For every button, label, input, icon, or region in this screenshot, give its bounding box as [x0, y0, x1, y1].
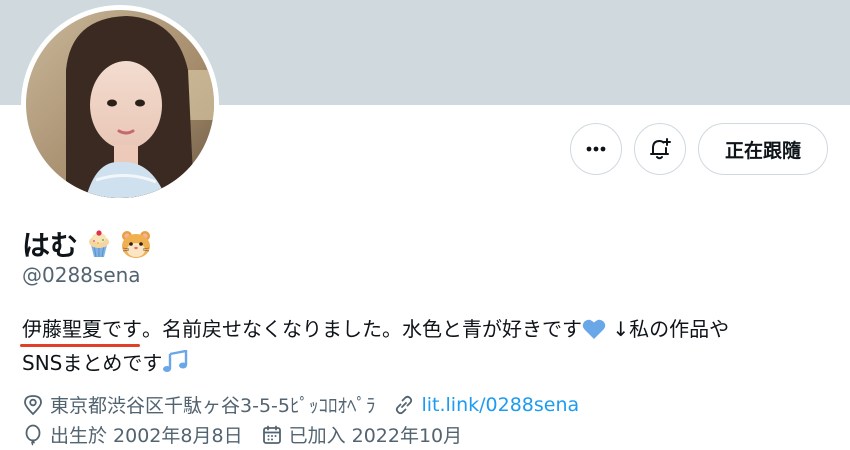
joined-text: 已加入 2022年10月 [288, 425, 463, 447]
more-horizontal-icon [586, 146, 606, 152]
location-item: 東京都渋谷区千駄ヶ谷3-5-5ﾋﾟｯｺﾛｵﾍﾟﾗ [22, 391, 375, 418]
calendar-icon [262, 425, 281, 444]
avatar-photo [26, 10, 214, 198]
name-row: はむ [22, 224, 152, 264]
bio-text-2: ↓私の作品や [606, 317, 730, 341]
joined-item: 已加入 2022年10月 [261, 421, 463, 448]
profile-meta-row-2: 出生於 2002年8月8日 已加入 2022年10月 [22, 421, 480, 448]
display-name: はむ [22, 229, 79, 262]
location-text: 東京都渋谷区千駄ヶ谷3-5-5ﾋﾟｯｺﾛｵﾍﾟﾗ [50, 395, 376, 417]
more-button[interactable] [569, 123, 622, 175]
hamster-emoji [120, 229, 152, 259]
bio-highlight: 伊藤聖夏です [20, 314, 142, 347]
link-icon [396, 395, 413, 414]
profile-actions: 正在跟隨 [569, 123, 828, 175]
profile-bio: 伊藤聖夏です。名前戻せなくなりました。水色と青が好きです ↓私の作品や SNSまと… [20, 314, 822, 382]
user-handle: @0288sena [22, 263, 141, 287]
location-pin-icon [24, 394, 42, 415]
notifications-button[interactable] [633, 123, 686, 175]
birthday-item: 出生於 2002年8月8日 [22, 421, 243, 448]
music-notes-emoji [162, 349, 190, 382]
bio-text-3: SNSまとめです [22, 351, 163, 375]
avatar[interactable] [26, 10, 214, 198]
following-button[interactable]: 正在跟隨 [697, 123, 828, 175]
blue-heart-emoji [582, 318, 606, 348]
website-link[interactable]: lit.link/0288sena [421, 394, 579, 416]
cupcake-emoji [84, 229, 114, 259]
balloon-icon [25, 424, 41, 446]
bell-plus-icon [649, 138, 671, 160]
bio-text: 。名前戻せなくなりました。水色と青が好きです [142, 317, 582, 341]
website-item: lit.link/0288sena [393, 394, 579, 416]
profile-meta-row-1: 東京都渋谷区千駄ヶ谷3-5-5ﾋﾟｯｺﾛｵﾍﾟﾗ lit.link/0288se… [22, 391, 597, 418]
birthday-text: 出生於 2002年8月8日 [50, 425, 243, 447]
